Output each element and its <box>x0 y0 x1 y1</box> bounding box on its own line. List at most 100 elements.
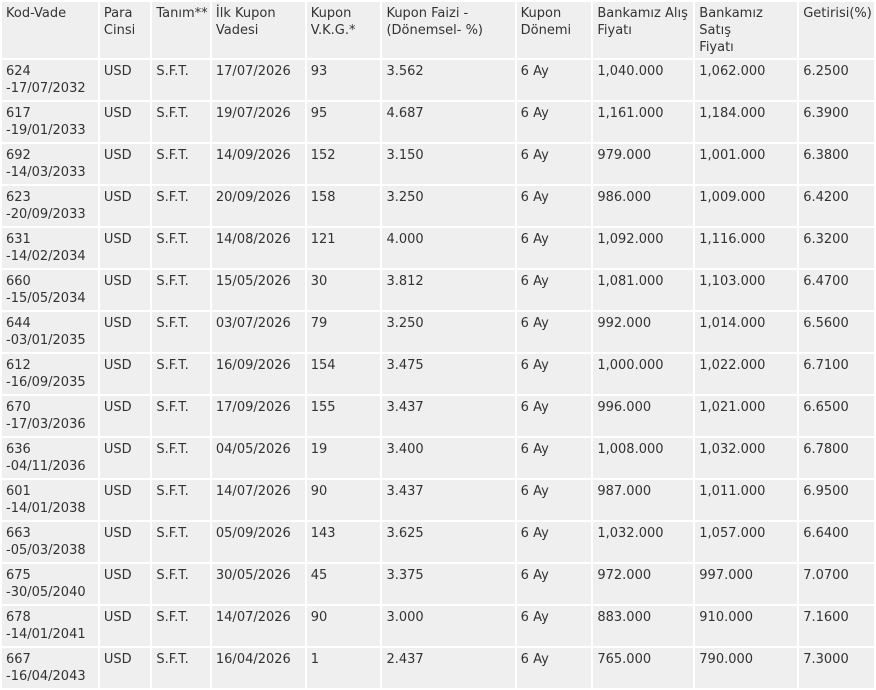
table-row: 660 -15/05/2034 USD S.F.T. 15/05/2026 30 3.812… <box>2 270 874 310</box>
bond-code: 624 <box>6 64 31 79</box>
cell-kupon-vkg: 79 <box>306 312 381 352</box>
cell-alis-fiyati: 1,092.000 <box>593 228 694 268</box>
table-row: 678 -14/01/2041 USD S.F.T. 14/07/2026 90 3.000… <box>2 606 874 646</box>
bond-code: 675 <box>6 568 31 583</box>
header-label-line2: Fiyatı <box>699 40 734 55</box>
cell-kupon-faizi: 3.250 <box>382 186 515 226</box>
cell-tanim: S.F.T. <box>152 102 210 142</box>
cell-kod-vade: 663 -05/03/2038 <box>2 522 98 562</box>
bond-maturity: -14/03/2033 <box>6 165 86 180</box>
cell-kupon-donemi: 6 Ay <box>516 480 592 520</box>
bond-code: 670 <box>6 400 31 415</box>
table-row: 617 -19/01/2033 USD S.F.T. 19/07/2026 95 4.687… <box>2 102 874 142</box>
cell-alis-fiyati: 1,032.000 <box>593 522 694 562</box>
table-row: 631 -14/02/2034 USD S.F.T. 14/08/2026 121 4.00… <box>2 228 874 268</box>
cell-kupon-vkg: 90 <box>306 480 381 520</box>
cell-kupon-donemi: 6 Ay <box>516 186 592 226</box>
cell-kupon-faizi: 3.437 <box>382 396 515 436</box>
cell-kupon-vkg: 158 <box>306 186 381 226</box>
cell-kod-vade: 692 -14/03/2033 <box>2 144 98 184</box>
cell-getirisi: 6.3900 <box>799 102 874 142</box>
cell-para-cinsi: USD <box>99 564 151 604</box>
table-row: 692 -14/03/2033 USD S.F.T. 14/09/2026 152 3.15… <box>2 144 874 184</box>
cell-ilk-kupon-vadesi: 30/05/2026 <box>211 564 305 604</box>
cell-alis-fiyati: 992.000 <box>593 312 694 352</box>
bond-maturity: -14/02/2034 <box>6 249 86 264</box>
cell-tanim: S.F.T. <box>152 564 210 604</box>
header-label-line1: Bankamız Satış <box>699 6 763 38</box>
bond-code: 617 <box>6 106 31 121</box>
table-row: 601 -14/01/2038 USD S.F.T. 14/07/2026 90 3.437… <box>2 480 874 520</box>
cell-kupon-faizi: 3.437 <box>382 480 515 520</box>
cell-ilk-kupon-vadesi: 14/07/2026 <box>211 606 305 646</box>
cell-para-cinsi: USD <box>99 480 151 520</box>
cell-para-cinsi: USD <box>99 648 151 688</box>
cell-kod-vade: 617 -19/01/2033 <box>2 102 98 142</box>
bond-price-table: Kod-Vade Para Cinsi Tanım** İlk Kupon Vadesi K… <box>0 0 876 690</box>
cell-tanim: S.F.T. <box>152 438 210 478</box>
bond-code: 612 <box>6 358 31 373</box>
cell-kupon-faizi: 3.375 <box>382 564 515 604</box>
cell-kupon-donemi: 6 Ay <box>516 522 592 562</box>
cell-kupon-vkg: 45 <box>306 564 381 604</box>
bond-code: 601 <box>6 484 31 499</box>
header-label-line1: İlk Kupon <box>215 6 276 21</box>
cell-kupon-vkg: 90 <box>306 606 381 646</box>
header-label-line1: Tanım** <box>156 6 208 21</box>
cell-satis-fiyati: 1,103.000 <box>695 270 798 310</box>
cell-ilk-kupon-vadesi: 15/05/2026 <box>211 270 305 310</box>
cell-kupon-faizi: 3.000 <box>382 606 515 646</box>
cell-satis-fiyati: 1,184.000 <box>695 102 798 142</box>
cell-getirisi: 7.3000 <box>799 648 874 688</box>
cell-alis-fiyati: 1,161.000 <box>593 102 694 142</box>
cell-satis-fiyati: 1,011.000 <box>695 480 798 520</box>
cell-satis-fiyati: 790.000 <box>695 648 798 688</box>
bond-maturity: -15/05/2034 <box>6 291 86 306</box>
cell-kupon-donemi: 6 Ay <box>516 270 592 310</box>
cell-alis-fiyati: 979.000 <box>593 144 694 184</box>
cell-kupon-donemi: 6 Ay <box>516 228 592 268</box>
table-body: 624 -17/07/2032 USD S.F.T. 17/07/2026 93 3.562… <box>2 60 874 688</box>
bond-maturity: -17/07/2032 <box>6 81 86 96</box>
cell-kupon-donemi: 6 Ay <box>516 354 592 394</box>
cell-alis-fiyati: 972.000 <box>593 564 694 604</box>
cell-ilk-kupon-vadesi: 03/07/2026 <box>211 312 305 352</box>
bond-maturity: -30/05/2040 <box>6 585 86 600</box>
cell-tanim: S.F.T. <box>152 60 210 100</box>
bond-maturity: -17/03/2036 <box>6 417 86 432</box>
cell-tanim: S.F.T. <box>152 270 210 310</box>
header-label-line2: Cinsi <box>103 23 136 38</box>
cell-kupon-vkg: 155 <box>306 396 381 436</box>
bond-code: 660 <box>6 274 31 289</box>
table-row: 636 -04/11/2036 USD S.F.T. 04/05/2026 19 3.400… <box>2 438 874 478</box>
cell-kod-vade: 636 -04/11/2036 <box>2 438 98 478</box>
cell-ilk-kupon-vadesi: 17/07/2026 <box>211 60 305 100</box>
cell-satis-fiyati: 1,001.000 <box>695 144 798 184</box>
cell-satis-fiyati: 910.000 <box>695 606 798 646</box>
cell-kupon-faizi: 3.475 <box>382 354 515 394</box>
cell-kupon-vkg: 95 <box>306 102 381 142</box>
cell-kupon-faizi: 4.000 <box>382 228 515 268</box>
bond-maturity: -14/01/2041 <box>6 627 86 642</box>
cell-kupon-vkg: 143 <box>306 522 381 562</box>
cell-kupon-donemi: 6 Ay <box>516 438 592 478</box>
cell-ilk-kupon-vadesi: 16/09/2026 <box>211 354 305 394</box>
cell-para-cinsi: USD <box>99 144 151 184</box>
cell-getirisi: 6.6400 <box>799 522 874 562</box>
cell-kod-vade: 678 -14/01/2041 <box>2 606 98 646</box>
cell-satis-fiyati: 1,032.000 <box>695 438 798 478</box>
cell-getirisi: 6.4700 <box>799 270 874 310</box>
header-alis-fiyati: Bankamız Alış Fiyatı <box>593 2 694 58</box>
cell-kupon-donemi: 6 Ay <box>516 144 592 184</box>
cell-kod-vade: 624 -17/07/2032 <box>2 60 98 100</box>
cell-getirisi: 6.7100 <box>799 354 874 394</box>
cell-kod-vade: 670 -17/03/2036 <box>2 396 98 436</box>
cell-tanim: S.F.T. <box>152 480 210 520</box>
cell-ilk-kupon-vadesi: 14/08/2026 <box>211 228 305 268</box>
bond-maturity: -20/09/2033 <box>6 207 86 222</box>
bond-maturity: -19/01/2033 <box>6 123 86 138</box>
table-row: 675 -30/05/2040 USD S.F.T. 30/05/2026 45 3.375… <box>2 564 874 604</box>
cell-tanim: S.F.T. <box>152 144 210 184</box>
table-header: Kod-Vade Para Cinsi Tanım** İlk Kupon Vadesi K… <box>2 2 874 58</box>
header-kupon-vkg: Kupon V.K.G.* <box>306 2 381 58</box>
